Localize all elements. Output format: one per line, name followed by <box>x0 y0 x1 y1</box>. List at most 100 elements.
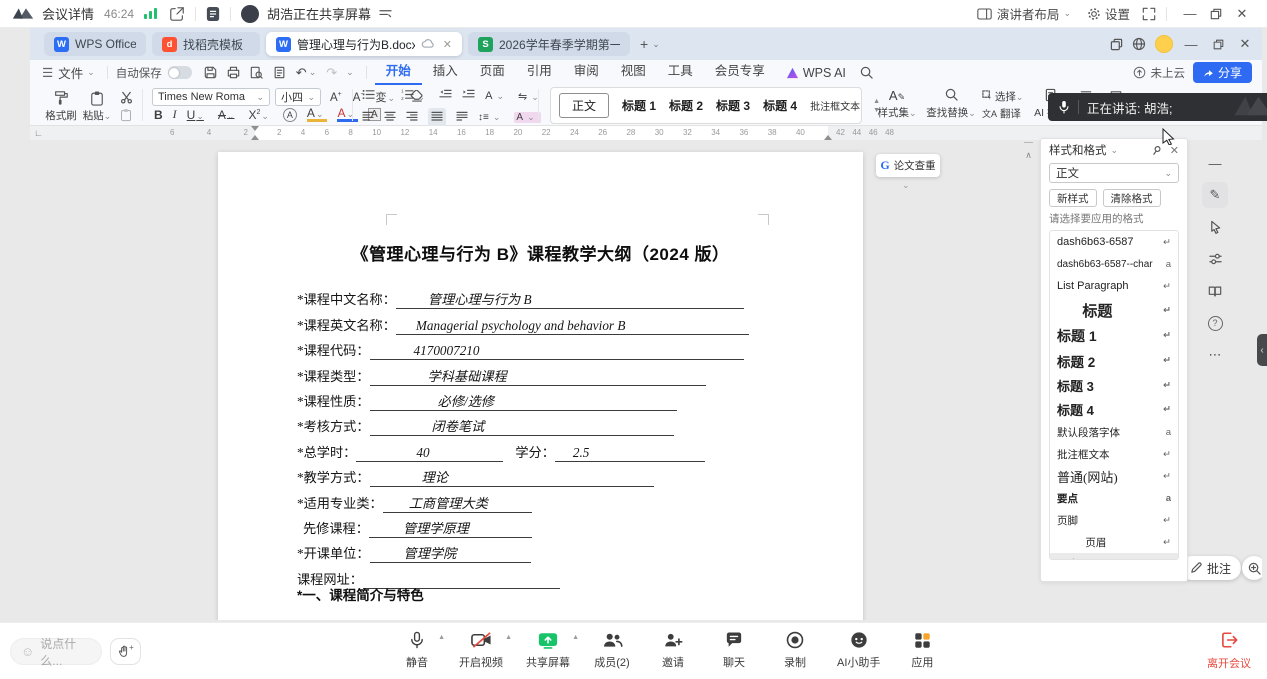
share-button[interactable]: 分享 <box>1193 62 1252 83</box>
paste-special-icon[interactable] <box>120 108 132 125</box>
find-replace-button[interactable]: 查找替换⌄ <box>922 88 980 120</box>
style-item[interactable]: 标题 2↵ <box>1050 348 1178 373</box>
numbered-list-icon[interactable]: 12⌄ <box>401 89 430 103</box>
wps-close-button[interactable]: ✕ <box>1236 36 1254 52</box>
style-item[interactable]: 普通(网站)↵ <box>1050 465 1178 487</box>
style-item-selected[interactable]: 正文↵ <box>1050 553 1178 560</box>
increase-indent-icon[interactable] <box>462 89 475 103</box>
style-item[interactable]: 标题 4↵ <box>1050 397 1178 421</box>
clear-format-button[interactable]: 清除格式 <box>1103 189 1161 207</box>
text-effects-button[interactable]: A <box>283 108 297 122</box>
align-justify-icon[interactable] <box>428 108 446 127</box>
side-adjust-toggle-icon[interactable] <box>1202 246 1228 272</box>
split-window-icon[interactable] <box>1110 38 1123 51</box>
tab-docer-templates[interactable]: d 找稻壳模板 <box>152 32 260 56</box>
new-tab-button[interactable]: + <box>640 36 648 52</box>
ribbon-tab-member[interactable]: 会员专享 <box>704 60 776 85</box>
font-family-select[interactable]: Times New Roma⌄ <box>152 88 270 106</box>
font-color-button[interactable]: A⌄ <box>337 107 358 122</box>
print-preview-icon[interactable] <box>250 66 263 79</box>
maximize-button[interactable] <box>1203 8 1229 20</box>
scroll-to-top-icon[interactable]: ⎺∧ <box>1024 142 1033 160</box>
redo-icon[interactable]: ↷ <box>326 65 337 81</box>
mute-options-caret[interactable]: ▲ <box>438 634 445 641</box>
ribbon-tab-review[interactable]: 审阅 <box>563 60 610 85</box>
ribbon-tab-insert[interactable]: 插入 <box>422 60 469 85</box>
screen-share-button[interactable]: ▲ 共享屏幕 <box>526 630 570 670</box>
sharer-list-icon[interactable] <box>379 8 392 19</box>
paste-button[interactable]: 粘贴⌄ <box>80 88 114 123</box>
style-item[interactable]: 页眉↵ <box>1050 531 1178 553</box>
document-page[interactable]: 《管理心理与行为 B》课程教学大纲（2024 版） *课程中文名称：管理心理与行… <box>218 152 863 620</box>
style-dropdown[interactable]: 正文⌄ <box>1049 163 1179 183</box>
open-external-icon[interactable] <box>169 6 185 22</box>
quickbar-chevron-icon[interactable]: ⌄ <box>346 67 354 78</box>
record-button[interactable]: 录制 <box>776 630 814 670</box>
highlight-button[interactable]: A⌄ <box>307 107 328 122</box>
zoom-button[interactable] <box>1242 556 1262 580</box>
style-balloon-text[interactable]: 批注框文本 <box>810 98 860 113</box>
bullet-list-icon[interactable]: ⌄ <box>362 89 391 103</box>
style-set-button[interactable]: A✎ 样式集⌄ <box>875 88 919 120</box>
mute-button[interactable]: ▲ 静音 <box>398 630 436 670</box>
side-notebook-icon[interactable] <box>1202 278 1228 304</box>
comment-button[interactable]: 批注 <box>1180 556 1241 580</box>
ribbon-tab-page[interactable]: 页面 <box>469 60 516 85</box>
italic-button[interactable]: I <box>173 107 177 122</box>
wps-minimize-button[interactable]: — <box>1182 37 1200 52</box>
side-collapse-icon[interactable]: — <box>1202 150 1228 176</box>
meeting-detail-link[interactable]: 会议详情 <box>42 4 94 23</box>
video-button[interactable]: ▲ 开启视频 <box>459 630 503 670</box>
chat-input[interactable]: ☺ 说点什么... <box>10 638 102 665</box>
minimize-button[interactable]: — <box>1177 6 1203 21</box>
leave-meeting-button[interactable]: 离开会议 <box>1207 631 1251 671</box>
style-item[interactable]: 要点a <box>1050 487 1178 509</box>
wps-restore-button[interactable] <box>1209 39 1227 50</box>
close-button[interactable]: ✕ <box>1229 6 1255 22</box>
style-heading4[interactable]: 标题 4 <box>763 97 797 114</box>
style-item[interactable]: List Paragraph↵ <box>1050 275 1178 297</box>
style-item[interactable]: 默认段落字体a <box>1050 421 1178 443</box>
settings-button[interactable]: 设置 <box>1105 4 1130 23</box>
style-item[interactable]: 标题 1↵ <box>1050 323 1178 348</box>
bold-button[interactable]: B <box>154 108 163 122</box>
autosave-toggle[interactable] <box>168 66 192 79</box>
wps-ai-button[interactable]: WPS AI <box>786 66 846 80</box>
shading-icon[interactable]: A⌄ <box>514 112 540 123</box>
export-pdf-icon[interactable] <box>273 66 286 79</box>
text-direction-icon[interactable]: A⌄ <box>485 90 508 102</box>
invite-button[interactable]: 邀请 <box>654 630 692 670</box>
tab-close-icon[interactable]: ✕ <box>443 38 452 51</box>
fullscreen-icon[interactable] <box>1142 7 1156 21</box>
format-painter-button[interactable]: 格式刷 <box>44 88 78 123</box>
chevron-down-icon[interactable]: ⌄ <box>1111 145 1119 156</box>
save-icon[interactable] <box>204 66 217 79</box>
align-right-icon[interactable] <box>406 111 418 124</box>
ribbon-tab-tools[interactable]: 工具 <box>657 60 704 85</box>
undo-icon[interactable]: ↶⌄ <box>296 65 316 81</box>
side-select-cursor-icon[interactable] <box>1202 214 1228 240</box>
strikethrough-button[interactable]: A⌄ <box>218 108 239 122</box>
superscript-button[interactable]: X2⌄ <box>248 108 272 122</box>
layout-selector[interactable]: 演讲者布局 <box>997 4 1060 23</box>
tab-current-doc[interactable]: W 管理心理与行为B.docx ✕ <box>266 32 462 56</box>
style-item[interactable]: 批注框文本↵ <box>1050 443 1178 465</box>
line-spacing-icon[interactable]: ↕≡⌄ <box>478 112 504 123</box>
search-icon[interactable] <box>860 66 873 79</box>
video-options-caret[interactable]: ▲ <box>505 634 512 641</box>
style-item[interactable]: 标题 3↵ <box>1050 373 1178 397</box>
chat-button[interactable]: 聊天 <box>715 630 753 670</box>
globe-icon[interactable] <box>1132 37 1146 51</box>
user-avatar[interactable] <box>1155 35 1173 53</box>
reaction-hand-button[interactable]: + <box>110 638 141 665</box>
increase-font-icon[interactable]: A+ <box>330 91 342 104</box>
meeting-doc-icon[interactable] <box>206 6 220 22</box>
align-left-icon[interactable] <box>362 111 374 124</box>
members-button[interactable]: 成员(2) <box>593 630 631 670</box>
ribbon-tab-view[interactable]: 视图 <box>610 60 657 85</box>
align-center-icon[interactable] <box>384 111 396 124</box>
font-size-select[interactable]: 小四⌄ <box>275 88 321 106</box>
share-options-caret[interactable]: ▲ <box>572 634 579 641</box>
side-annotate-pen-icon[interactable]: ✎ <box>1202 182 1228 208</box>
style-item[interactable]: 页脚↵ <box>1050 509 1178 531</box>
